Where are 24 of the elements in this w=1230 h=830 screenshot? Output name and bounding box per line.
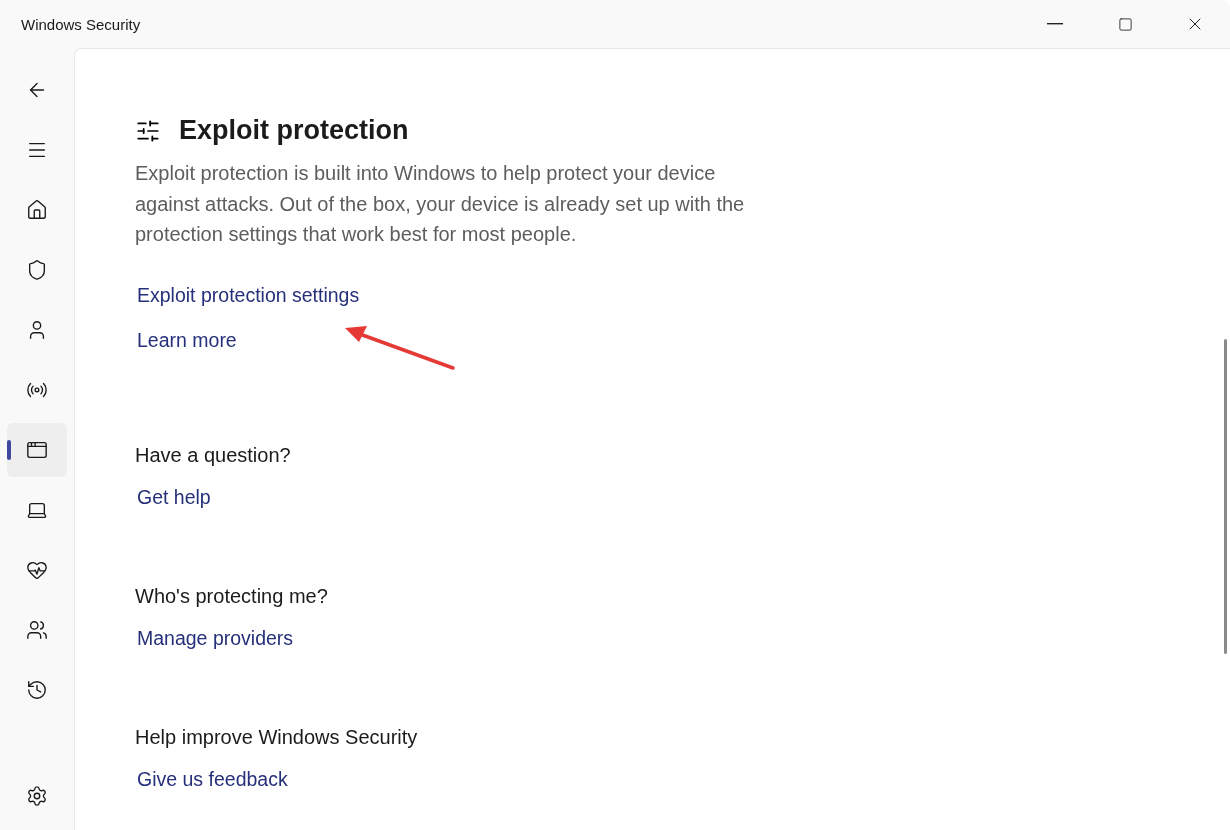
heartbeat-icon	[26, 559, 48, 581]
people-icon	[26, 619, 48, 641]
link[interactable]: Learn more	[137, 328, 237, 352]
selection-indicator	[7, 440, 11, 460]
link[interactable]: Manage providers	[137, 626, 294, 650]
shield-icon	[26, 259, 48, 281]
link[interactable]: Exploit protection settings	[137, 283, 360, 307]
home-icon	[26, 199, 48, 221]
settings-icon	[26, 785, 48, 807]
link[interactable]: Get help	[137, 485, 211, 509]
scrollbar[interactable]	[1224, 339, 1227, 654]
minimize-icon	[1047, 23, 1063, 25]
history-icon	[26, 679, 48, 701]
section-heading: Help improve Windows Security	[135, 725, 419, 749]
link[interactable]: Give us feedback	[137, 767, 288, 791]
app-window-icon	[26, 439, 48, 461]
page-title: Exploit protection	[179, 115, 409, 146]
window-title: Windows Security	[21, 15, 142, 33]
section-heading: Who's protecting me?	[135, 584, 329, 608]
maximize-icon	[1117, 16, 1133, 32]
settings-list-icon	[135, 117, 161, 144]
nav-item[interactable]	[7, 423, 67, 477]
page-description: Exploit protection is built into Windows to help protect your device against attacks. Out of the box, your device is already set up with the protection settings that work best for most people.	[135, 161, 746, 247]
section-heading: Have a question?	[135, 443, 292, 467]
